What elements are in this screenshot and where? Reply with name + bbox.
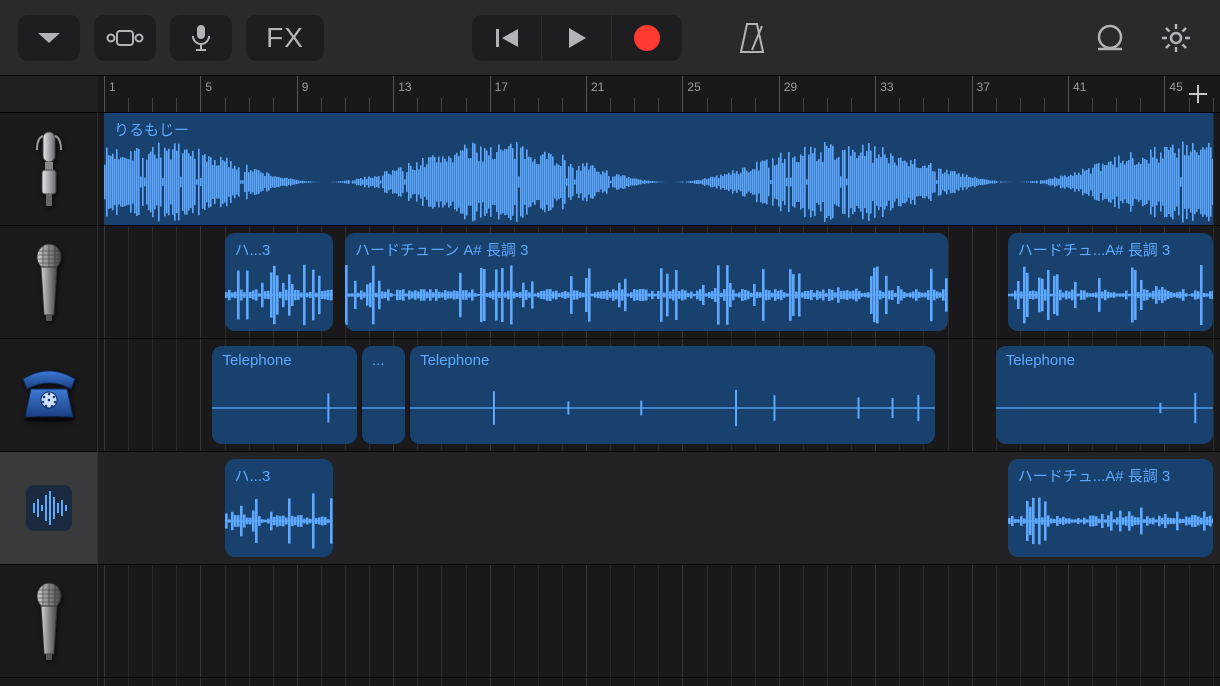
track-header[interactable]	[0, 452, 97, 565]
region-label: ...	[362, 346, 405, 369]
ruler-tick: 21	[586, 76, 604, 112]
loop-icon	[1094, 22, 1126, 54]
ruler-tick: 1	[104, 76, 116, 112]
menu-chevron-icon	[36, 30, 62, 46]
track-header[interactable]	[0, 113, 97, 226]
transport-controls	[472, 15, 682, 61]
region-label: ハードチュ...A# 長調 3	[1008, 233, 1213, 260]
fx-button[interactable]: FX	[246, 15, 324, 61]
audio-region[interactable]: ハードチュ...A# 長調 3	[1008, 459, 1213, 557]
ruler-tick: 9	[297, 76, 309, 112]
region-label: ハ...3	[225, 233, 333, 260]
region-waveform	[104, 139, 1213, 225]
region-waveform	[1008, 485, 1213, 557]
audio-region[interactable]: ハ...3	[225, 233, 333, 331]
microphone-icon	[190, 23, 212, 53]
region-waveform	[410, 372, 935, 444]
audio-region[interactable]: Telephone	[410, 346, 935, 444]
region-label: ハードチュ...A# 長調 3	[1008, 459, 1213, 486]
audio-region[interactable]: ハ...3	[225, 459, 333, 557]
plus-icon	[1187, 83, 1209, 105]
track-view-button[interactable]	[94, 15, 156, 61]
audio-region[interactable]: りるもじー	[104, 113, 1213, 225]
region-waveform	[212, 372, 357, 444]
ruler-tick: 37	[972, 76, 990, 112]
region-waveform	[345, 259, 948, 331]
ruler-tick: 33	[875, 76, 893, 112]
region-waveform	[996, 372, 1213, 444]
ruler-tick: 5	[200, 76, 212, 112]
region-waveform	[362, 372, 405, 444]
track-lane[interactable]: Telephone...TelephoneTelephone	[98, 339, 1220, 452]
region-label: ハードチューン A# 長調 3	[345, 233, 948, 260]
timeline-ruler-row: 1 5 9 13 17 21 25 29 33 37 41 45	[0, 75, 1220, 113]
track-lane[interactable]: ハ...3 ハードチューン A# 長調 3 ハードチュ...A# 長調 3	[98, 226, 1220, 339]
audio-region[interactable]: Telephone	[212, 346, 357, 444]
gear-icon	[1160, 22, 1192, 54]
track-header[interactable]	[0, 339, 97, 452]
record-button[interactable]	[612, 15, 682, 61]
ruler-tick: 17	[490, 76, 508, 112]
rewind-button[interactable]	[472, 15, 542, 61]
dynamic-mic-icon	[29, 582, 69, 660]
play-button[interactable]	[542, 15, 612, 61]
region-waveform	[225, 259, 333, 331]
region-waveform	[1008, 259, 1213, 331]
ruler-spacer	[0, 76, 98, 112]
dynamic-mic-icon	[29, 243, 69, 321]
region-label: Telephone	[212, 346, 357, 369]
ruler[interactable]: 159131721252933374145	[98, 76, 1176, 112]
toolbar: FX	[0, 0, 1220, 75]
track-headers	[0, 113, 98, 686]
settings-button[interactable]	[1150, 15, 1202, 61]
track-view-icon	[105, 26, 145, 50]
ruler-tick: 29	[779, 76, 797, 112]
audio-region[interactable]: ハードチューン A# 長調 3	[345, 233, 948, 331]
region-label: Telephone	[996, 346, 1213, 369]
track-header[interactable]	[0, 565, 97, 678]
play-icon	[566, 26, 588, 50]
rewind-icon	[494, 26, 520, 50]
audio-region[interactable]: Telephone	[996, 346, 1213, 444]
track-lane[interactable]	[98, 565, 1220, 678]
metronome-icon	[737, 22, 767, 54]
record-icon	[634, 25, 660, 51]
track-lane[interactable]: ハ...3 ハードチュ...A# 長調 3	[98, 452, 1220, 565]
menu-dropdown-button[interactable]	[18, 15, 80, 61]
audio-region[interactable]: ハードチュ...A# 長調 3	[1008, 233, 1213, 331]
telephone-icon	[17, 367, 81, 423]
microphone-button[interactable]	[170, 15, 232, 61]
region-label: りるもじー	[104, 113, 1213, 140]
region-waveform	[225, 485, 333, 557]
ruler-tick: 13	[393, 76, 411, 112]
track-lanes[interactable]: りるもじーハ...3 ハードチューン A# 長調 3 ハードチュ...A# 長調 3…	[98, 113, 1220, 686]
ruler-tick: 25	[682, 76, 700, 112]
condenser-mic-icon	[29, 130, 69, 208]
tracks-area: りるもじーハ...3 ハードチューン A# 長調 3 ハードチュ...A# 長調 3…	[0, 113, 1220, 686]
track-header[interactable]	[0, 226, 97, 339]
ruler-tick: 45	[1164, 76, 1182, 112]
loop-button[interactable]	[1084, 15, 1136, 61]
track-lane[interactable]: りるもじー	[98, 113, 1220, 226]
region-label: ハ...3	[225, 459, 333, 486]
region-label: Telephone	[410, 346, 935, 369]
waveform-icon	[22, 481, 76, 535]
audio-region[interactable]: ...	[362, 346, 405, 444]
ruler-tick: 41	[1068, 76, 1086, 112]
metronome-button[interactable]	[726, 15, 778, 61]
